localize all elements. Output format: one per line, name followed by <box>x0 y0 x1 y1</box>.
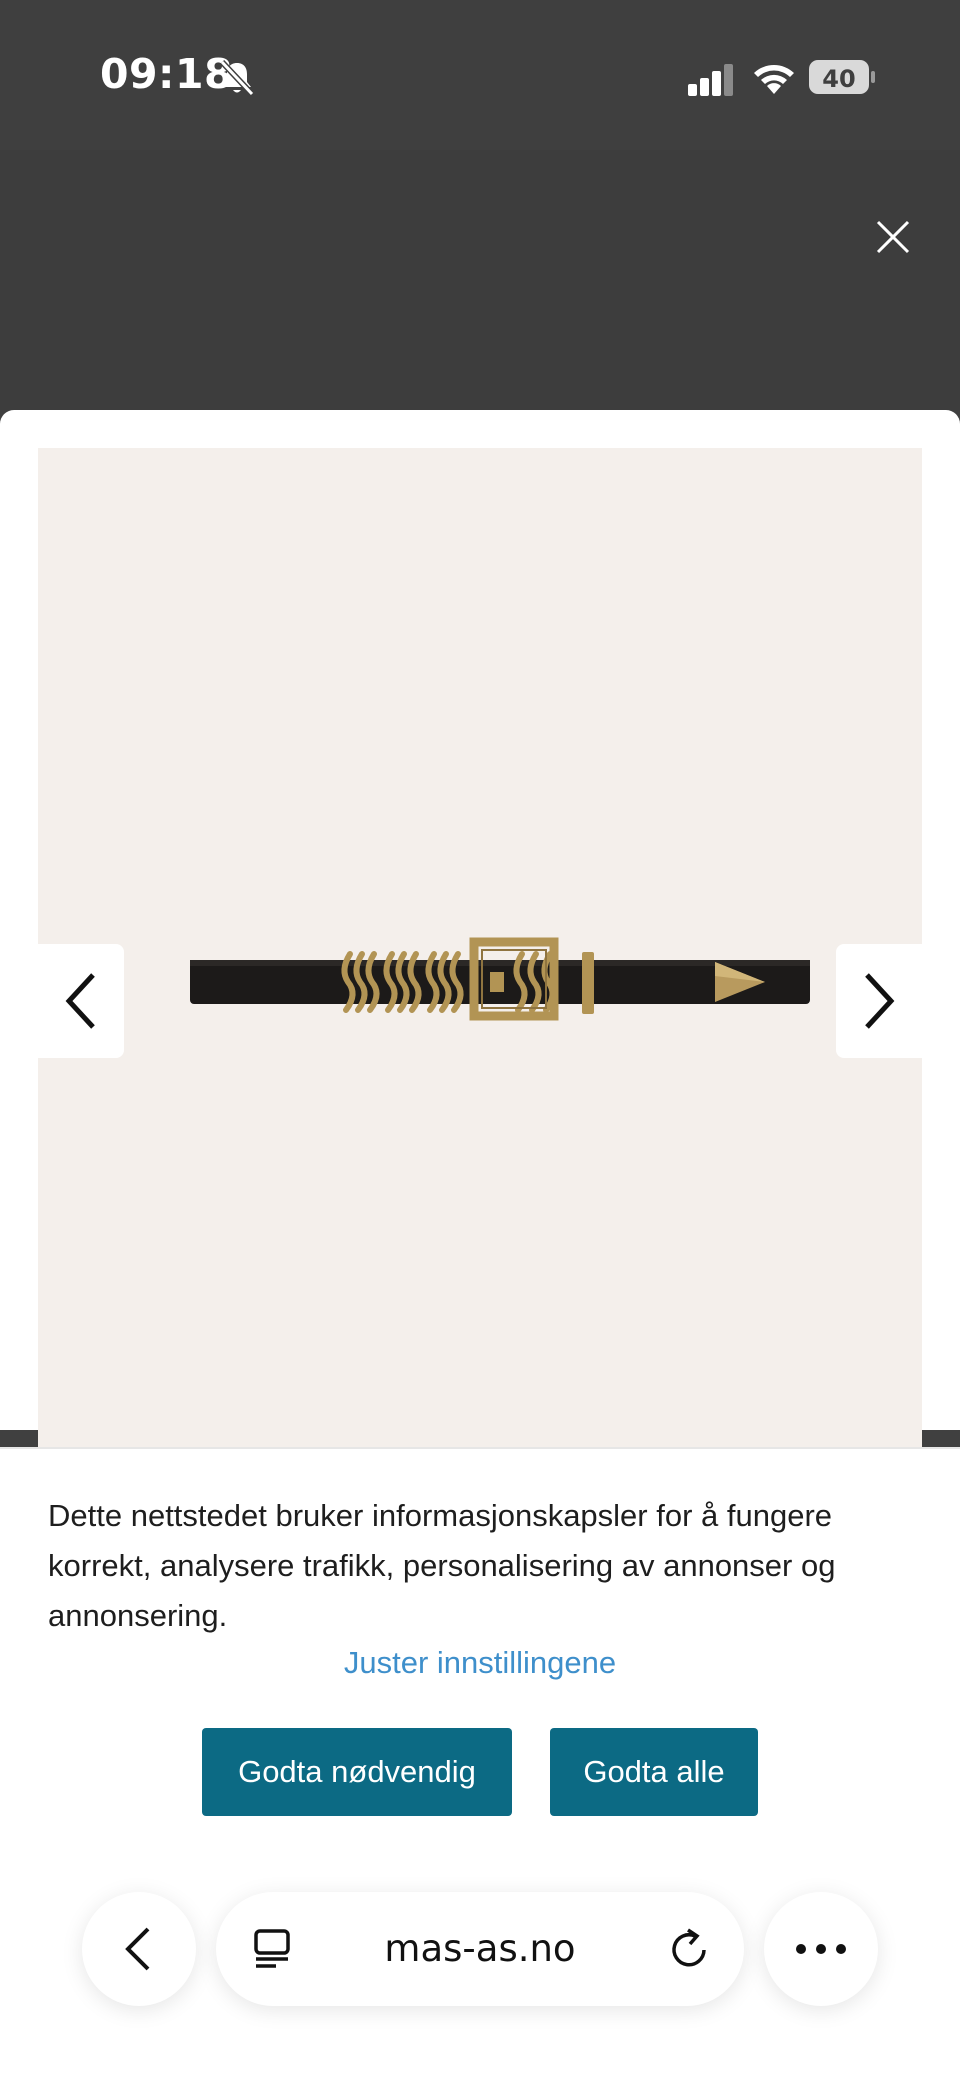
address-bar[interactable]: mas-as.no <box>216 1892 744 2006</box>
more-icon <box>796 1944 846 1954</box>
status-time: 09:18 <box>100 50 234 98</box>
accept-necessary-button[interactable]: Godta nødvendig <box>202 1728 512 1816</box>
tabs-icon[interactable] <box>252 1928 294 1970</box>
browser-back-button[interactable] <box>82 1892 196 2006</box>
more-options-button[interactable] <box>764 1892 878 2006</box>
gallery-next-button[interactable] <box>836 944 922 1058</box>
address-url: mas-as.no <box>384 1927 576 1970</box>
back-icon <box>125 1927 150 1971</box>
gallery-prev-button[interactable] <box>38 944 124 1058</box>
battery-level: 40 <box>822 65 855 93</box>
browser-toolbar: mas-as.no <box>0 1880 960 2087</box>
wifi-icon <box>754 65 794 94</box>
battery-icon: 40 <box>809 60 875 94</box>
reload-icon[interactable] <box>668 1926 712 1972</box>
belt-photo <box>190 937 810 1021</box>
cookie-message: Dette nettstedet bruker informasjonskaps… <box>48 1498 836 1633</box>
product-modal <box>0 410 960 1448</box>
chevron-left-icon <box>65 973 95 1029</box>
product-image <box>38 448 922 1448</box>
accept-all-button[interactable]: Godta alle <box>550 1728 758 1816</box>
chevron-right-icon <box>865 973 895 1029</box>
status-bar: 09:18 40 <box>0 0 960 150</box>
close-icon[interactable] <box>868 212 918 262</box>
bell-muted-icon <box>219 59 255 97</box>
overlay-backdrop <box>0 150 960 410</box>
cellular-signal-icon <box>688 64 733 96</box>
adjust-settings-link[interactable]: Juster innstillingene <box>0 1645 960 1681</box>
